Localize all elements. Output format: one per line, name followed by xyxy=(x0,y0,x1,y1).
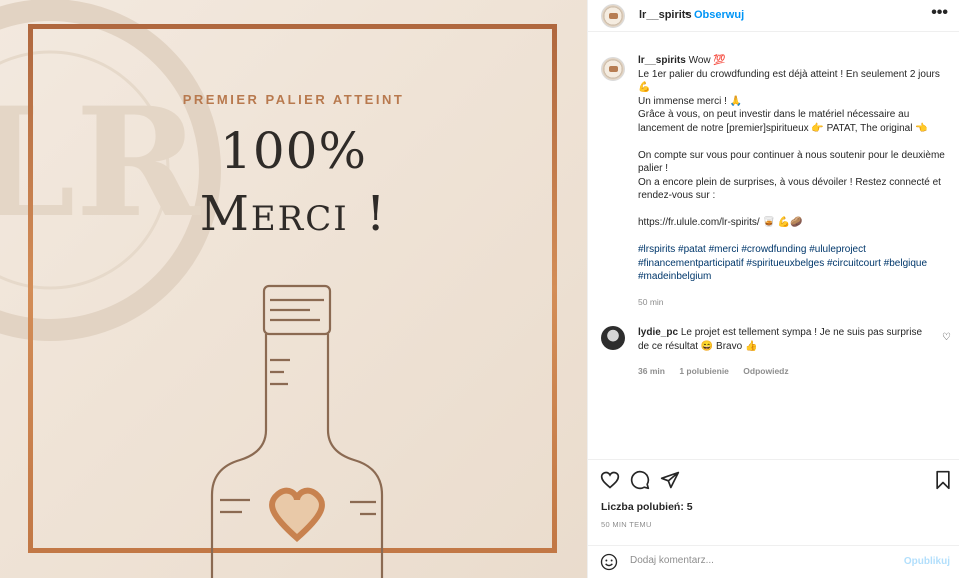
commenter-avatar[interactable] xyxy=(601,326,625,350)
comment-reply-button[interactable]: Odpowiedz xyxy=(743,366,788,376)
caption-time: 50 min xyxy=(638,297,664,307)
comment-body: Le projet est tellement sympa ! Je ne su… xyxy=(638,327,923,352)
caption-username[interactable]: lr__spirits xyxy=(638,55,686,66)
comment-icon[interactable] xyxy=(630,470,650,490)
image-percentage: 100% xyxy=(220,122,367,180)
caption-text: lr__spirits Wow 💯 Le 1er palier du crowd… xyxy=(638,54,953,284)
comment-like-heart-icon[interactable]: ♡ xyxy=(942,332,951,343)
commenter-username[interactable]: lydie_pc xyxy=(638,327,678,338)
image-headline: PREMIER PALIER ATTEINT xyxy=(182,92,405,107)
caption-hashtags[interactable]: #lrspirits #patat #merci #crowdfunding #… xyxy=(638,244,930,282)
comment-likes[interactable]: 1 polubienie xyxy=(679,366,729,376)
image-thanks: Merci ! xyxy=(199,186,388,242)
likes-count[interactable]: Liczba polubień: 5 xyxy=(601,501,693,513)
comment-text: lydie_pc Le projet est tellement sympa !… xyxy=(638,326,933,353)
post-header: lr__spirits • Obserwuj ••• xyxy=(588,0,959,32)
comment-meta: 36 min 1 polubienie Odpowiedz xyxy=(638,366,801,376)
publish-button[interactable]: Opublikuj xyxy=(904,556,950,567)
caption-line: Un immense merci ! 🙏 xyxy=(638,95,743,107)
post-image[interactable]: LR PREMIER PALIER ATTEINT 100% Merci ! xyxy=(0,0,587,578)
comment-input[interactable] xyxy=(630,555,880,566)
bottle-illustration-icon xyxy=(210,284,384,578)
separator-dot: • xyxy=(685,8,689,20)
share-icon[interactable] xyxy=(660,470,680,490)
caption-link[interactable]: https://fr.ulule.com/lr-spirits/ 🥃 💪🥔 xyxy=(638,217,803,228)
author-username[interactable]: lr__spirits xyxy=(639,9,692,21)
comment-time: 36 min xyxy=(638,366,665,376)
caption-line: Grâce à vous, on peut investir dans le m… xyxy=(638,109,928,134)
caption-line: Wow 💯 xyxy=(688,55,726,66)
caption-author-avatar[interactable] xyxy=(601,57,625,81)
caption-line: Le 1er palier du crowdfunding est déjà a… xyxy=(638,68,943,94)
caption-line: On compte sur vous pour continuer à nous… xyxy=(638,149,948,175)
caption-line: On a encore plein de surprises, à vous d… xyxy=(638,176,944,202)
more-horizontal-icon[interactable]: ••• xyxy=(931,4,948,22)
heart-icon[interactable] xyxy=(600,470,620,490)
post-timestamp: 50 MIN TEMU xyxy=(601,520,652,529)
comment-composer: Opublikuj xyxy=(588,545,959,578)
emoji-icon[interactable] xyxy=(600,553,618,571)
post-details-panel: lr__spirits • Obserwuj ••• lr__spirits W… xyxy=(587,0,959,578)
follow-button[interactable]: Obserwuj xyxy=(694,9,744,21)
bookmark-icon[interactable] xyxy=(933,470,953,490)
author-avatar[interactable] xyxy=(601,4,625,28)
